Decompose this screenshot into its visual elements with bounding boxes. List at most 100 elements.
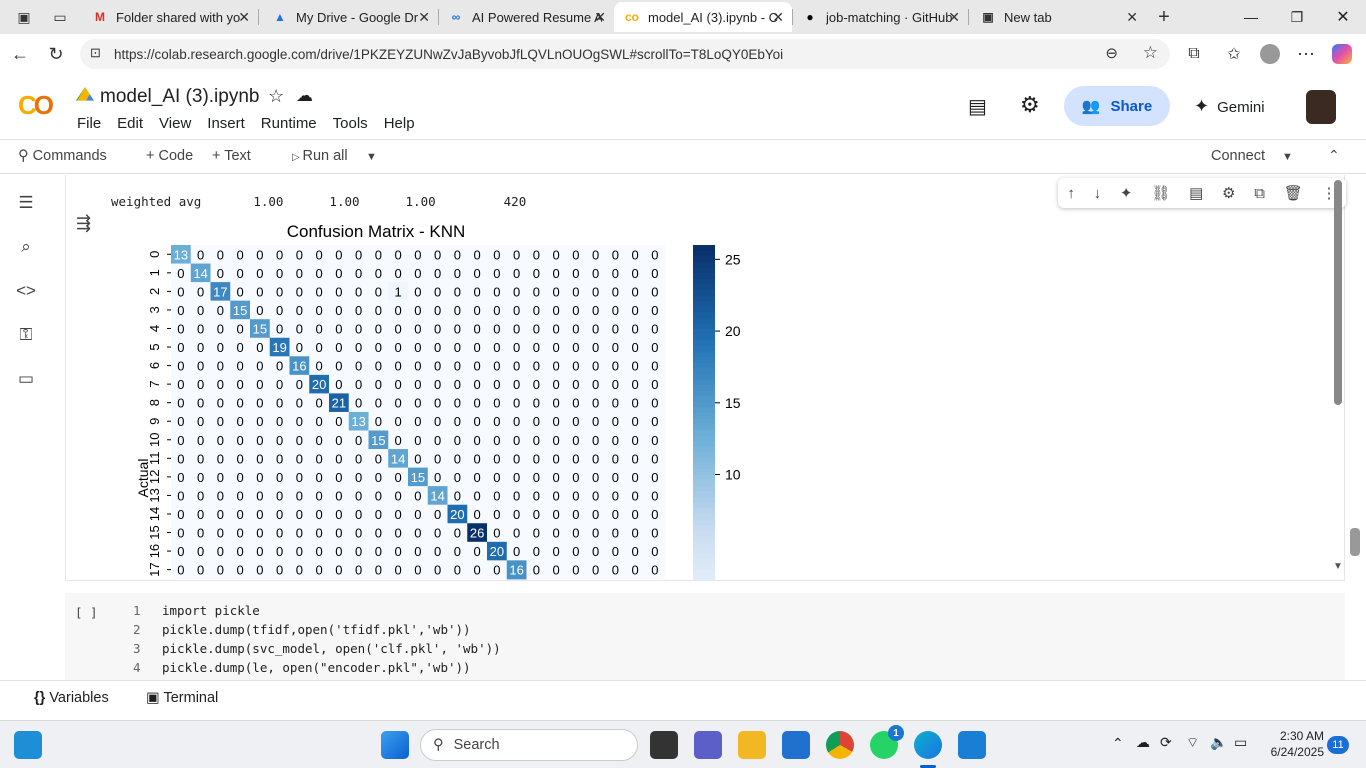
code-line[interactable]: 1 import pickle [65,603,965,622]
table-of-contents-icon[interactable]: ☰ [14,191,38,215]
connect-button[interactable]: Connect [1211,148,1265,164]
menu-runtime[interactable]: Runtime [261,115,317,132]
close-tab-icon[interactable]: ✕ [1126,9,1138,26]
maximize-button[interactable]: ❐ [1274,0,1320,34]
close-tab-icon[interactable]: ✕ [772,9,784,26]
browser-tab[interactable]: ∞ AI Powered Resume A ✕ [438,2,614,32]
cell-value: 0 [316,563,323,578]
cloud-save-icon[interactable]: ☁ [296,86,313,106]
favorite-star-icon[interactable]: ☆ [1143,43,1158,63]
close-tab-icon[interactable]: ✕ [594,9,606,26]
refresh-button[interactable]: ↻ [42,40,70,68]
menu-help[interactable]: Help [384,115,415,132]
comments-icon[interactable]: ▤ [968,94,987,119]
menu-insert[interactable]: Insert [207,115,245,132]
link-icon[interactable]: ⛓ [1151,184,1170,202]
run-all-button[interactable]: ▷ Run all [292,148,348,164]
vscode-icon[interactable] [958,731,986,759]
tray-app-icon[interactable]: ☁ [1136,734,1150,751]
cell-value: 0 [474,507,481,522]
whatsapp-icon[interactable]: 1 [870,725,904,759]
star-icon[interactable]: ☆ [268,86,284,107]
browser-tab[interactable]: ▣ New tab ✕ [970,2,1146,32]
secrets-key-icon[interactable]: ⚿ [14,323,38,347]
file-explorer-icon[interactable] [738,731,766,759]
site-info-icon[interactable]: ⊡ [90,45,101,61]
share-button[interactable]: 👥 Share [1064,86,1170,126]
minimize-button[interactable]: — [1228,0,1274,34]
extensions-icon[interactable]: ⧉ [1180,40,1208,68]
teams-icon[interactable] [694,731,722,759]
settings-gear-icon[interactable]: ⚙ [1020,92,1040,118]
run-options-chevron-icon[interactable]: ▼ [366,151,377,163]
ms-store-icon[interactable] [782,731,810,759]
new-tab-icon[interactable]: + [1148,1,1180,33]
widgets-icon[interactable] [14,731,42,759]
scroll-down-arrow-icon[interactable]: ▼ [1333,561,1343,572]
add-code-button[interactable]: + Code [146,148,193,164]
cell-value: 0 [474,340,481,355]
move-down-icon[interactable]: ↓ [1094,185,1102,202]
battery-icon[interactable]: ▭ [1234,734,1247,751]
chrome-icon[interactable] [826,731,854,759]
copilot-icon[interactable] [1328,40,1356,68]
task-view-icon[interactable] [650,731,678,759]
volume-icon[interactable]: 🔈 [1210,734,1227,751]
menu-tools[interactable]: Tools [333,115,368,132]
comment-icon[interactable]: ▤ [1189,184,1203,202]
start-windows-icon[interactable] [381,731,409,759]
variables-button[interactable]: {} Variables [34,690,109,706]
menu-file[interactable]: File [77,115,101,132]
menu-view[interactable]: View [159,115,191,132]
browser-tab[interactable]: ● job-matching · GitHub ✕ [792,2,968,32]
close-tab-icon[interactable]: ✕ [948,9,960,26]
collapse-header-icon[interactable]: ⌃ [1328,147,1340,164]
code-line[interactable]: 3 pickle.dump(svc_model, open('clf.pkl', … [65,641,965,660]
move-up-icon[interactable]: ↑ [1067,185,1075,202]
favorites-icon[interactable]: ✩ [1220,40,1248,68]
taskbar-search[interactable]: ⚲ Search [420,729,638,761]
delete-icon[interactable]: 🗑 [1284,184,1303,202]
code-line[interactable]: 2 pickle.dump(tfidf,open('tfidf.pkl','wb'… [65,622,965,641]
close-tab-icon[interactable]: ✕ [418,9,430,26]
clock[interactable]: 2:30 AM 6/24/2025 [1262,728,1324,760]
profile-avatar[interactable] [1256,40,1284,68]
connect-options-chevron-icon[interactable]: ▼ [1282,151,1293,163]
notification-badge[interactable]: 11 [1327,736,1349,754]
cell-value: 0 [256,266,263,281]
more-options-icon[interactable]: ⋯ [1292,40,1320,68]
files-folder-icon[interactable]: ▭ [14,367,38,391]
close-window-button[interactable]: ✕ [1320,0,1366,34]
code-line[interactable]: 4 pickle.dump(le, open("encoder.pkl",'wb'… [65,660,965,679]
edge-icon[interactable] [914,731,942,759]
address-bar[interactable]: ⊡ https://colab.research.google.com/driv… [80,39,1170,69]
mirror-cell-icon[interactable]: ⧉ [1254,185,1265,202]
cell-value: 0 [276,303,283,318]
colab-logo[interactable]: CO [18,90,54,121]
terminal-button[interactable]: ▣ Terminal [146,690,218,706]
commands-button[interactable]: ⚲ Commands [18,148,107,164]
output-scrollbar[interactable] [1334,180,1342,405]
page-scrollbar[interactable] [1350,528,1360,556]
code-snippets-icon[interactable]: <> [14,279,38,303]
reader-icon[interactable]: ⊖ [1105,44,1118,62]
menu-edit[interactable]: Edit [117,115,143,132]
workspaces-icon[interactable]: ▣ [8,1,40,33]
user-avatar[interactable] [1306,90,1336,124]
browser-tab[interactable]: co model_AI (3).ipynb - C ✕ [614,2,792,32]
back-button[interactable]: ← [6,40,34,68]
add-text-button[interactable]: + Text [212,148,251,164]
tab-actions-icon[interactable]: ▭ [44,1,76,33]
browser-tab[interactable]: M Folder shared with yo ✕ [82,2,258,32]
cell-value: 0 [632,433,639,448]
close-tab-icon[interactable]: ✕ [238,9,250,26]
find-replace-icon[interactable]: ⌕ [14,235,38,259]
browser-tab[interactable]: ▲ My Drive - Google Dr ✕ [262,2,438,32]
cell-settings-icon[interactable]: ⚙ [1222,184,1235,202]
gemini-button[interactable]: ✦ Gemini [1194,96,1265,117]
tray-chevron-icon[interactable]: ⌃ [1112,735,1124,752]
gemini-cell-icon[interactable]: ✦ [1120,184,1133,202]
wifi-icon[interactable]: ⌔ [1186,734,1199,752]
notebook-title[interactable]: model_AI (3).ipynb [100,86,259,108]
tray-sync-icon[interactable]: ⟳ [1160,734,1172,751]
